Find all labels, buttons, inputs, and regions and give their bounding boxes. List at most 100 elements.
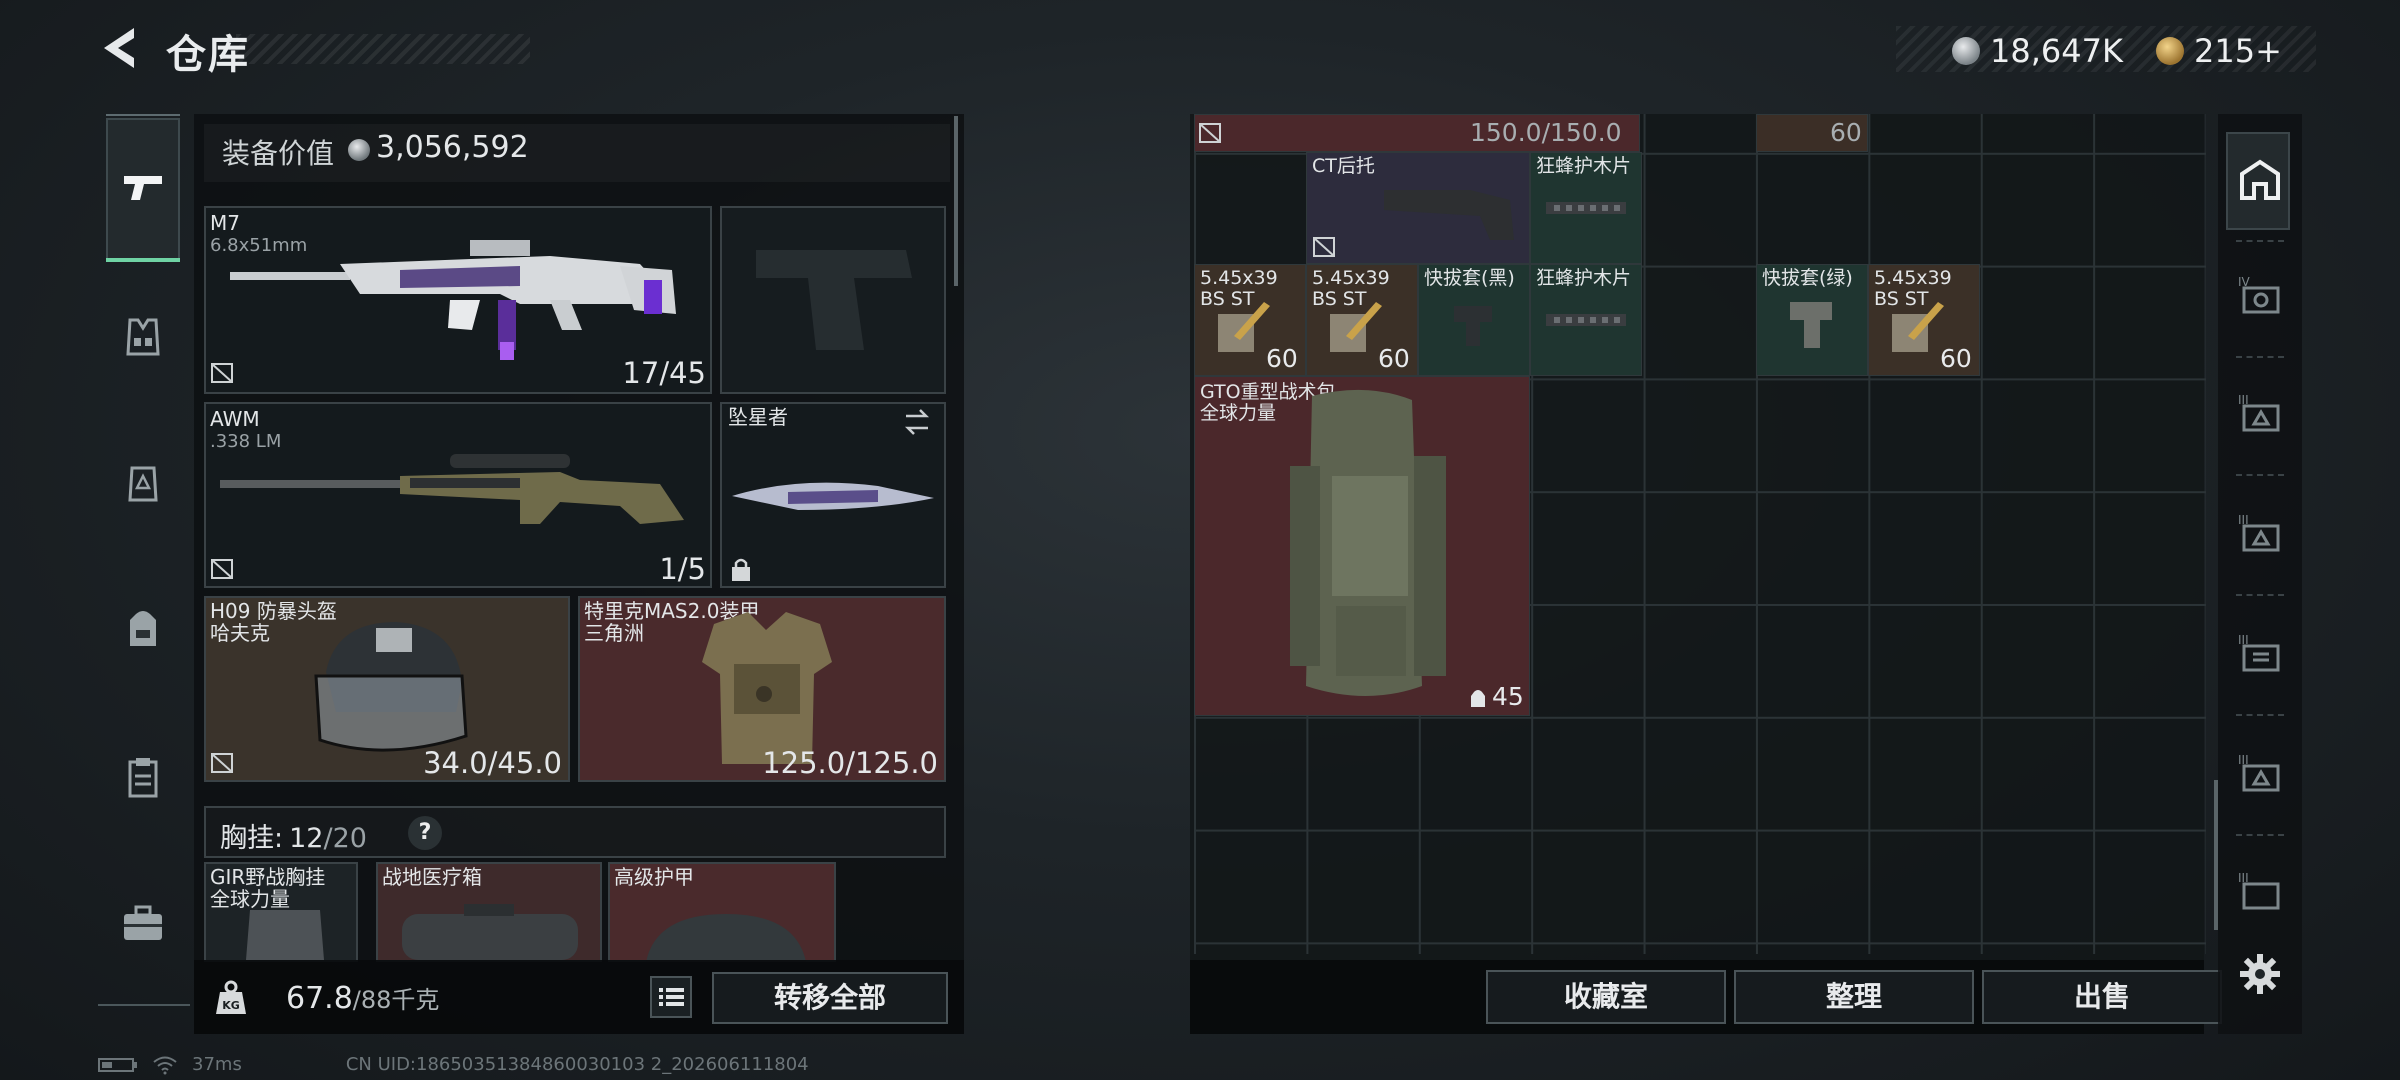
gold-amount: 215+ (2194, 32, 2282, 70)
settings-gear-icon[interactable] (2238, 952, 2282, 996)
stash-item-label: 快拔套(黑) (1424, 267, 1515, 289)
weight-icon: KG (216, 980, 246, 1014)
no-insure-icon (211, 753, 233, 773)
backpack-icon[interactable] (118, 604, 168, 654)
silver-amount: 18,647K (1990, 32, 2123, 70)
stash-item-count: 45 (1492, 682, 1524, 711)
back-arrow-icon[interactable] (96, 22, 140, 74)
chest-item-name: 高级护甲 (614, 865, 694, 889)
chest-item-name: GIR野战胸挂 (210, 865, 326, 889)
holster-image (1454, 306, 1492, 346)
stash-tab-3-icon[interactable]: III (2236, 510, 2284, 558)
wifi-icon (153, 1056, 177, 1074)
ammo-box-image (1892, 302, 1944, 352)
stash-item-label: 快拔套(绿) (1762, 267, 1853, 289)
organize-button[interactable]: 整理 (1734, 970, 1974, 1024)
chest-rig-used: 12 (289, 823, 324, 854)
silver-coin-icon (1952, 37, 1980, 65)
helmet-brand: 哈夫克 (210, 621, 270, 645)
m7-rifle-image (230, 240, 676, 360)
pistol-placeholder-icon (756, 250, 912, 350)
primary-ammo-count: 17/45 (622, 356, 706, 390)
no-insure-icon (211, 363, 233, 383)
stash-home-icon (2240, 159, 2280, 200)
stash-item-count: 60 (1266, 344, 1298, 373)
handguard-image (1546, 314, 1626, 326)
stash-tab-3-icon[interactable]: III (2236, 868, 2284, 916)
no-insure-icon (211, 559, 233, 579)
stash-item-count: 60 (1378, 344, 1410, 373)
stash-tab-4-icon[interactable]: IV (2236, 272, 2284, 320)
sniper-ammo-count: 1/5 (659, 552, 706, 586)
title-decoration (236, 34, 530, 64)
currency-silver: 18,647K (1952, 32, 2123, 70)
stock-image (1384, 190, 1514, 240)
armor-icon[interactable] (118, 458, 168, 508)
stash-item-label: 狂蜂护木片 (1536, 267, 1632, 289)
ammo-box-image (1218, 302, 1270, 352)
toolbox-icon[interactable] (118, 898, 168, 948)
collection-room-button[interactable]: 收藏室 (1486, 970, 1726, 1024)
list-view-button[interactable] (650, 976, 692, 1018)
rig-image (246, 910, 324, 960)
awm-rifle-image (220, 454, 684, 524)
medkit-image (402, 904, 578, 960)
ping-text: 37ms (192, 1054, 242, 1075)
chest-rig-capacity: 胸挂: 12/20 (220, 816, 367, 855)
stash-item-count: 60 (1940, 344, 1972, 373)
gun-icon (124, 176, 162, 200)
weight-current: 67.8 (286, 981, 353, 1016)
weight-max: /88千克 (352, 986, 440, 1014)
sell-button[interactable]: 出售 (1982, 970, 2222, 1024)
armor-brand: 三角洲 (584, 621, 644, 645)
lock-icon (732, 558, 750, 581)
stash-tab-3-icon[interactable]: III (2236, 750, 2284, 798)
stash-item-label: 狂蜂护木片 (1536, 155, 1632, 177)
weapon-name: AWM (210, 407, 260, 431)
swap-icon[interactable] (902, 408, 932, 436)
handguard-image (1546, 202, 1626, 214)
currency-gold[interactable]: 215+ (2156, 32, 2282, 70)
transfer-all-button[interactable]: 转移全部 (712, 972, 948, 1024)
helmet-durability: 34.0/45.0 (423, 746, 562, 780)
sidebar-divider (98, 1004, 190, 1006)
stash-tab-3-icon[interactable]: III (2236, 390, 2284, 438)
silver-coin-icon (348, 139, 370, 161)
no-insure-icon (1313, 237, 1335, 257)
ammo-box-image (1330, 302, 1382, 352)
chest-rig-total: /20 (323, 823, 367, 854)
tab-divider (2236, 356, 2284, 358)
tab-divider (2236, 474, 2284, 476)
melee-name: 坠星者 (728, 405, 788, 429)
stash-item-label: CT后托 (1312, 155, 1375, 177)
weight-readout: 67.8/88千克 (286, 980, 439, 1016)
holster-image (1790, 302, 1832, 348)
chest-item-name: 战地医疗箱 (382, 865, 482, 889)
uid-text: CN UID:18650351384860030103 2_2026061118… (345, 1054, 809, 1075)
chest-rig-label: 胸挂: (220, 823, 284, 854)
no-insure-icon (1199, 123, 1221, 143)
armor-item-image (646, 914, 806, 962)
armor-durability: 125.0/125.0 (762, 746, 938, 780)
tab-divider (2236, 834, 2284, 836)
loadout-scrollbar[interactable] (954, 116, 958, 286)
capacity-icon (1471, 690, 1485, 707)
clipboard-icon[interactable] (118, 752, 168, 802)
stash-tab-3-icon[interactable]: III (2236, 630, 2284, 678)
tab-divider (2236, 714, 2284, 716)
helmet-image (314, 622, 468, 752)
status-bar: 37ms CN UID:18650351384860030103 2_20260… (98, 1054, 809, 1075)
tab-divider (2236, 594, 2284, 596)
vest-icon[interactable] (118, 312, 168, 362)
equipment-value-label: 装备价值 (222, 137, 335, 170)
tab-divider (2236, 240, 2284, 242)
stash-item-count: 60 (1830, 118, 1862, 147)
backpack-image (1290, 389, 1446, 696)
equipment-value-number: 3,056,592 (376, 130, 529, 165)
help-button[interactable]: ? (408, 816, 442, 850)
stash-item-durability: 150.0/150.0 (1470, 118, 1622, 147)
svg-text:KG: KG (222, 999, 240, 1012)
page-title: 仓库 (166, 32, 250, 78)
battery-icon (98, 1057, 137, 1072)
list-icon (659, 988, 684, 1006)
